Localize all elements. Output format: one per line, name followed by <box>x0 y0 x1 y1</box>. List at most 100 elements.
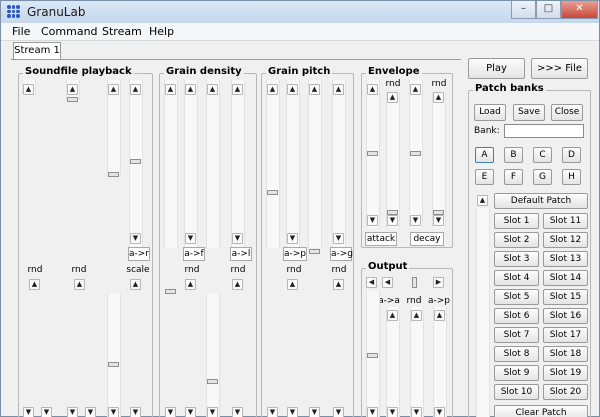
close-bank-button[interactable]: Close <box>551 104 583 121</box>
slot-20-button[interactable]: Slot 20 <box>543 384 588 400</box>
bank-f-button[interactable]: F <box>504 169 523 185</box>
bank-h-button[interactable]: H <box>562 169 581 185</box>
envelope-slider-4-up-button[interactable]: ▲ <box>433 92 444 103</box>
soundfile-lower-down-button-5[interactable]: ▼ <box>108 407 119 417</box>
menu-help[interactable]: Help <box>149 25 174 38</box>
pitch-slider-1[interactable] <box>266 80 280 248</box>
menu-file[interactable]: File <box>12 25 30 38</box>
density-mode-button-1[interactable]: a->f <box>183 247 205 261</box>
envelope-attack-button[interactable]: attack <box>365 232 397 246</box>
slot-18-button[interactable]: Slot 18 <box>543 346 588 362</box>
envelope-slider-1-thumb[interactable] <box>367 151 378 156</box>
play-button[interactable]: Play <box>468 58 525 79</box>
soundfile-slider-3-up-button[interactable]: ▲ <box>108 84 119 95</box>
output-pan-right-button[interactable]: ▶ <box>433 277 444 288</box>
slot-1-button[interactable]: Slot 1 <box>494 213 539 229</box>
soundfile-rnd-2-up-button[interactable]: ▲ <box>74 279 85 290</box>
soundfile-lower-down-button-1[interactable]: ▼ <box>23 407 34 417</box>
envelope-slider-2-up-button[interactable]: ▲ <box>387 92 398 103</box>
output-slider-2[interactable] <box>386 307 400 417</box>
density-lower-slider-3-thumb[interactable] <box>207 379 218 384</box>
soundfile-slider-2-up-button[interactable]: ▲ <box>67 84 78 95</box>
slot-16-button[interactable]: Slot 16 <box>543 308 588 324</box>
close-window-button[interactable]: ✕ <box>561 1 598 19</box>
output-lower-down-button-4[interactable]: ▼ <box>434 407 445 417</box>
slot-11-button[interactable]: Slot 11 <box>543 213 588 229</box>
pitch-mode-button-2[interactable]: a->g <box>330 247 353 261</box>
pitch-slider-3-up-button[interactable]: ▲ <box>309 84 320 95</box>
output-slider-2-up-button[interactable]: ▲ <box>387 310 398 321</box>
density-slider-2-down-button[interactable]: ▼ <box>185 233 196 244</box>
bank-d-button[interactable]: D <box>562 147 581 163</box>
density-rnd-2-up-button[interactable]: ▲ <box>232 279 243 290</box>
pitch-rnd-1-up-button[interactable]: ▲ <box>287 279 298 290</box>
soundfile-lower-down-button-2[interactable]: ▼ <box>41 407 52 417</box>
slot-3-button[interactable]: Slot 3 <box>494 251 539 267</box>
output-slider-1-thumb[interactable] <box>367 353 378 358</box>
output-pan-left-button-1[interactable]: ◀ <box>366 277 377 288</box>
slot-4-button[interactable]: Slot 4 <box>494 270 539 286</box>
title-bar[interactable]: GranuLab – □ ✕ <box>1 1 599 23</box>
soundfile-mode-button[interactable]: a->r <box>128 247 150 261</box>
soundfile-slider-3-thumb[interactable] <box>108 172 119 177</box>
soundfile-slider-4-down-button[interactable]: ▼ <box>130 233 141 244</box>
output-slider-3[interactable] <box>410 307 424 417</box>
menu-command[interactable]: Command <box>41 25 98 38</box>
patch-list-scrollbar[interactable] <box>476 208 490 417</box>
output-pan-thumb[interactable] <box>412 277 417 288</box>
tab-stream-1[interactable]: Stream 1 <box>13 42 61 60</box>
slot-6-button[interactable]: Slot 6 <box>494 308 539 324</box>
slot-9-button[interactable]: Slot 9 <box>494 365 539 381</box>
pitch-slider-4-up-button[interactable]: ▲ <box>333 84 344 95</box>
pitch-slider-2-down-button[interactable]: ▼ <box>287 233 298 244</box>
density-lower-slider-3[interactable] <box>206 294 220 417</box>
soundfile-lower-down-button-6[interactable]: ▼ <box>130 407 141 417</box>
soundfile-slider-4-up-button[interactable]: ▲ <box>130 84 141 95</box>
pitch-slider-1-thumb[interactable] <box>267 190 278 195</box>
pitch-slider-2-up-button[interactable]: ▲ <box>287 84 298 95</box>
bank-c-button[interactable]: C <box>533 147 552 163</box>
save-patch-button[interactable]: Save <box>513 104 545 121</box>
envelope-slider-3-down-button[interactable]: ▼ <box>410 215 421 226</box>
minimize-button[interactable]: – <box>511 1 536 19</box>
pitch-lower-down-button-1[interactable]: ▼ <box>267 407 278 417</box>
output-slider-3-up-button[interactable]: ▲ <box>411 310 422 321</box>
pitch-lower-down-button-2[interactable]: ▼ <box>287 407 298 417</box>
envelope-slider-2[interactable] <box>386 92 400 228</box>
envelope-slider-1-up-button[interactable]: ▲ <box>367 84 378 95</box>
output-slider-4-up-button[interactable]: ▲ <box>434 310 445 321</box>
pitch-mode-button-1[interactable]: a->p <box>283 247 307 261</box>
slot-5-button[interactable]: Slot 5 <box>494 289 539 305</box>
pitch-slider-1-up-button[interactable]: ▲ <box>267 84 278 95</box>
soundfile-lower-down-button-4[interactable]: ▼ <box>85 407 96 417</box>
envelope-slider-4[interactable] <box>432 92 446 228</box>
density-slider-1[interactable] <box>164 80 178 248</box>
to-file-button[interactable]: >>> File <box>531 58 588 79</box>
maximize-button[interactable]: □ <box>536 1 561 19</box>
pitch-slider-4-down-button[interactable]: ▼ <box>333 233 344 244</box>
density-lower-down-button-4[interactable]: ▼ <box>232 407 243 417</box>
envelope-slider-3-up-button[interactable]: ▲ <box>410 84 421 95</box>
output-lower-down-button-2[interactable]: ▼ <box>387 407 398 417</box>
clear-patch-button[interactable]: Clear Patch <box>494 405 588 417</box>
slot-2-button[interactable]: Slot 2 <box>494 232 539 248</box>
bank-g-button[interactable]: G <box>533 169 552 185</box>
pitch-lower-down-button-3[interactable]: ▼ <box>309 407 320 417</box>
density-lower-down-button-3[interactable]: ▼ <box>207 407 218 417</box>
density-slider-2[interactable] <box>184 80 198 248</box>
slot-7-button[interactable]: Slot 7 <box>494 327 539 343</box>
slot-17-button[interactable]: Slot 17 <box>543 327 588 343</box>
soundfile-rnd-1-up-button[interactable]: ▲ <box>29 279 40 290</box>
pitch-lower-down-button-4[interactable]: ▼ <box>333 407 344 417</box>
bank-b-button[interactable]: B <box>504 147 523 163</box>
slot-8-button[interactable]: Slot 8 <box>494 346 539 362</box>
slot-10-button[interactable]: Slot 10 <box>494 384 539 400</box>
density-slider-4-up-button[interactable]: ▲ <box>232 84 243 95</box>
envelope-slider-2-down-button[interactable]: ▼ <box>387 215 398 226</box>
density-lower-down-button-2[interactable]: ▼ <box>185 407 196 417</box>
soundfile-lower-down-button-3[interactable]: ▼ <box>67 407 78 417</box>
soundfile-lower-slider-3-thumb[interactable] <box>108 362 119 367</box>
slot-19-button[interactable]: Slot 19 <box>543 365 588 381</box>
envelope-slider-1-down-button[interactable]: ▼ <box>367 215 378 226</box>
soundfile-slider-4[interactable] <box>129 80 143 248</box>
